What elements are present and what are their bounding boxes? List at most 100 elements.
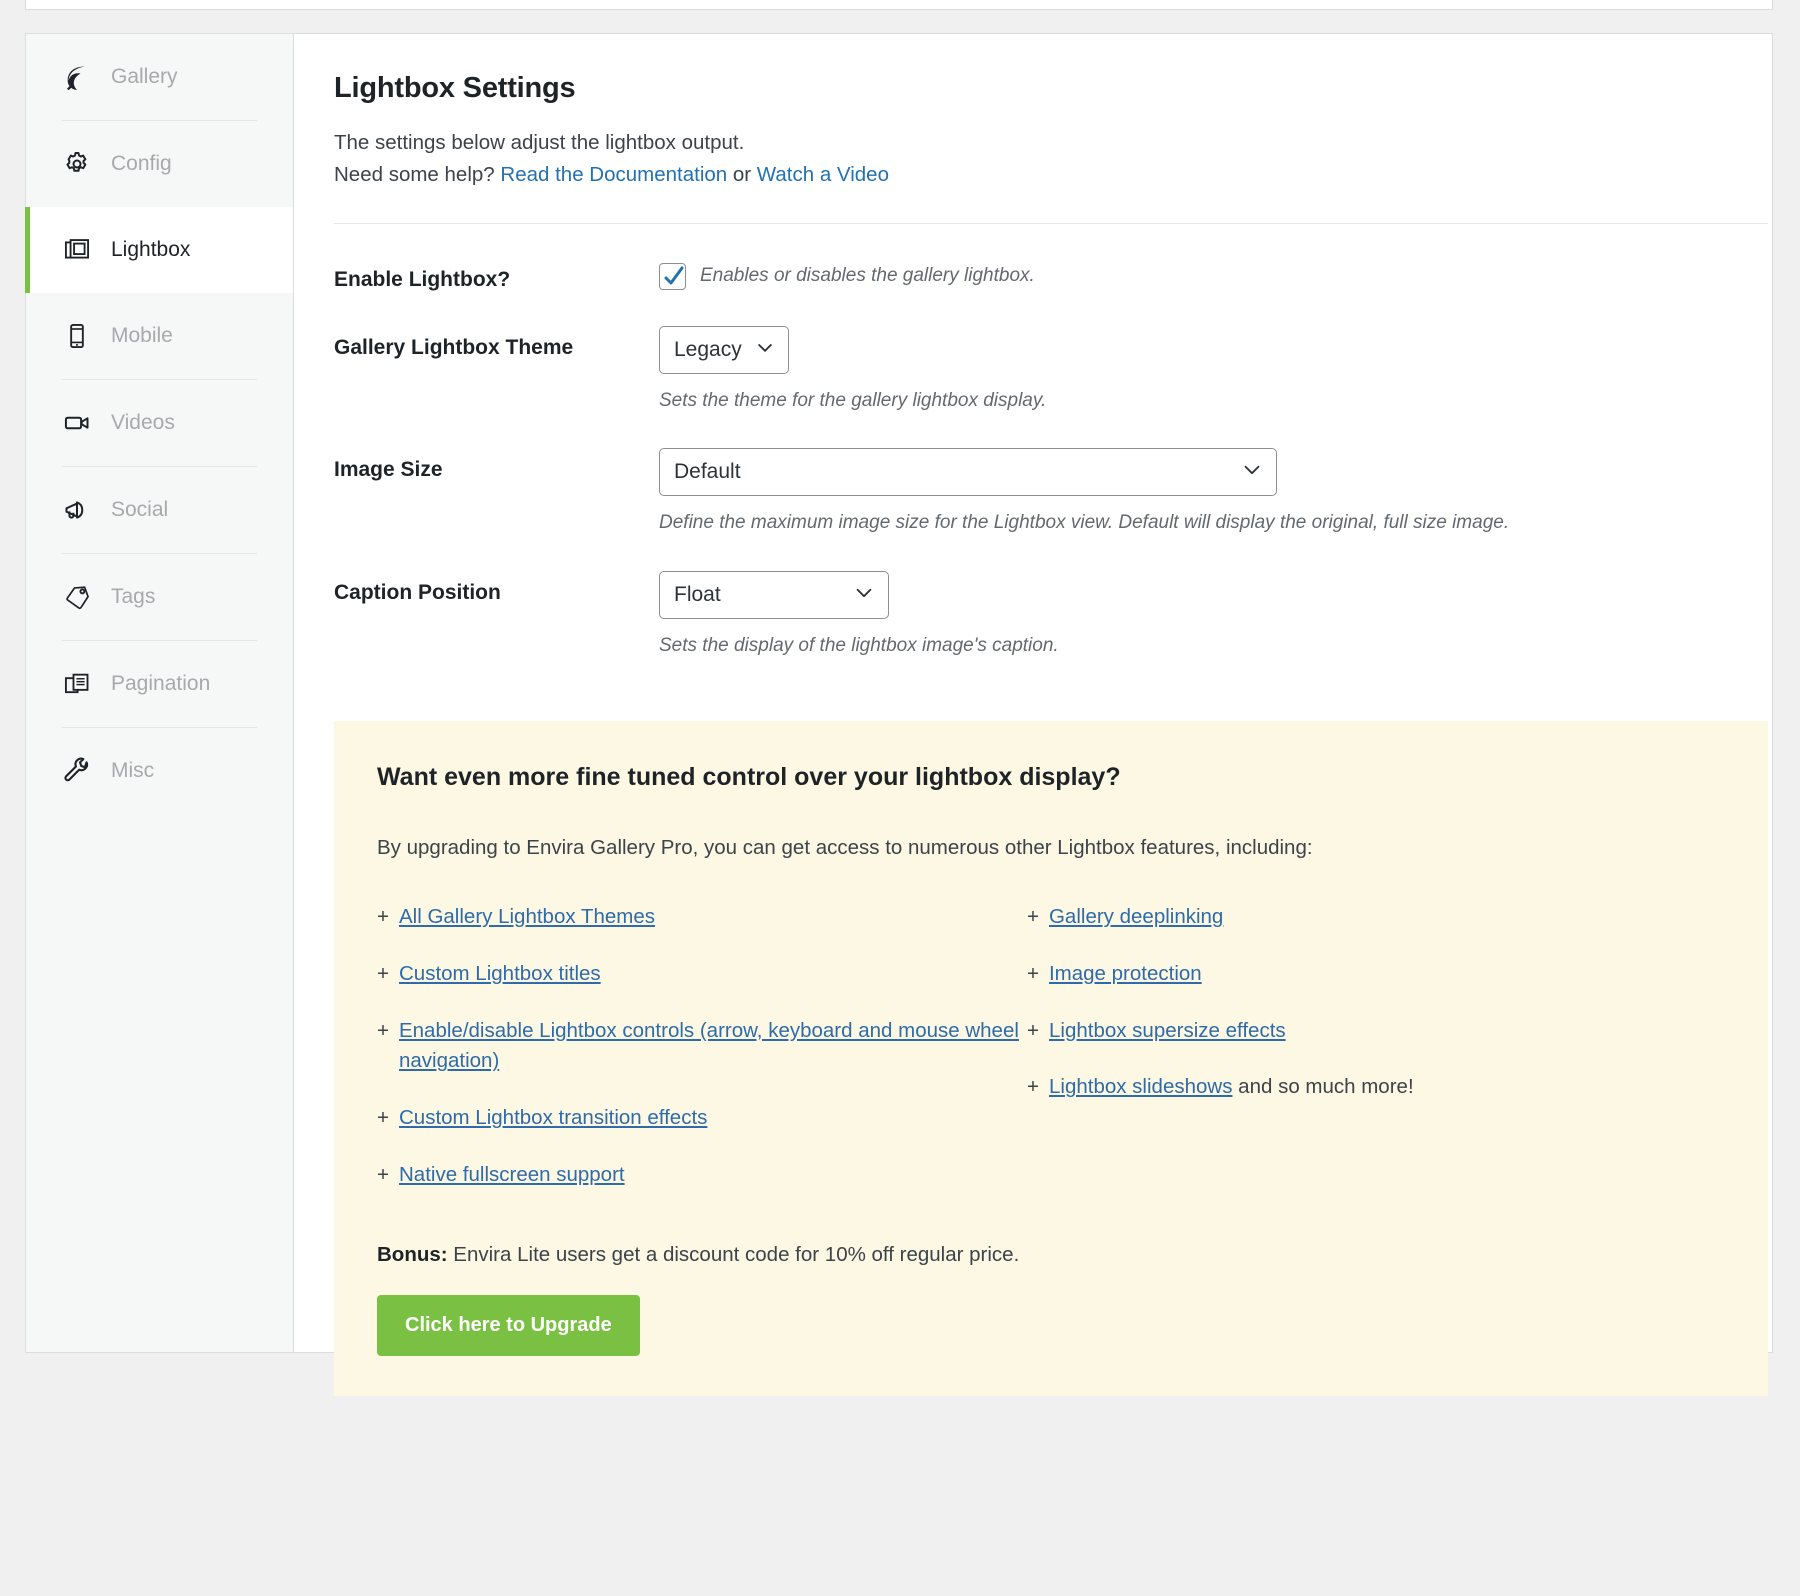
gallery-lightbox-theme-description: Sets the theme for the gallery lightbox …	[659, 387, 1768, 415]
documentation-link[interactable]: Read the Documentation	[500, 163, 727, 186]
promo-bonus-label: Bonus:	[377, 1243, 448, 1266]
list-item: + Custom Lightbox titles	[377, 959, 1027, 990]
plus-icon: +	[377, 959, 389, 990]
list-item: + Native fullscreen support	[377, 1160, 1027, 1191]
sidebar-item-label: Videos	[111, 411, 175, 435]
sidebar-item-social[interactable]: Social	[26, 467, 293, 553]
sidebar-item-mobile[interactable]: Mobile	[26, 293, 293, 379]
field-image-size: Image Size Default Define the maximum im…	[334, 414, 1768, 537]
megaphone-icon	[62, 495, 92, 525]
pagination-icon	[62, 669, 92, 699]
gear-icon	[62, 149, 92, 179]
help-prefix: Need some help?	[334, 163, 500, 186]
settings-main: Lightbox Settings The settings below adj…	[294, 34, 1800, 1352]
sidebar-item-pagination[interactable]: Pagination	[26, 641, 293, 727]
plus-icon: +	[1027, 1016, 1039, 1047]
video-camera-icon	[62, 408, 92, 438]
plus-icon: +	[1027, 1072, 1039, 1103]
field-enable-lightbox: Enable Lightbox? Enables or disables the…	[334, 224, 1768, 292]
sidebar-item-label: Misc	[111, 759, 154, 783]
sidebar-item-config[interactable]: Config	[26, 121, 293, 207]
promo-feature-link[interactable]: Gallery deeplinking	[1049, 902, 1223, 933]
promo-heading: Want even more fine tuned control over y…	[377, 763, 1725, 792]
promo-right-column: + Gallery deeplinking + Image protection…	[1027, 902, 1587, 1217]
promo-left-column: + All Gallery Lightbox Themes + Custom L…	[377, 902, 1027, 1217]
list-item: + Enable/disable Lightbox controls (arro…	[377, 1016, 1027, 1078]
promo-feature-link[interactable]: Lightbox slideshows	[1049, 1075, 1232, 1098]
image-size-select[interactable]: Default	[659, 448, 1277, 496]
watch-video-link[interactable]: Watch a Video	[757, 163, 889, 186]
field-control: Float Sets the display of the lightbox i…	[659, 571, 1768, 660]
page-title: Lightbox Settings	[334, 72, 1768, 105]
mobile-icon	[62, 321, 92, 351]
promo-feature-link[interactable]: Custom Lightbox transition effects	[399, 1103, 707, 1134]
wrench-icon	[62, 756, 92, 786]
plus-icon: +	[377, 1103, 389, 1134]
intro-line-1: The settings below adjust the lightbox o…	[334, 131, 744, 154]
sidebar-item-videos[interactable]: Videos	[26, 380, 293, 466]
caption-position-select[interactable]: Float	[659, 571, 889, 619]
list-item: + Custom Lightbox transition effects	[377, 1103, 1027, 1134]
list-item: + Lightbox slideshows and so much more!	[1027, 1072, 1587, 1103]
field-label: Caption Position	[334, 571, 659, 605]
gallery-lightbox-theme-select-wrap: Legacy	[659, 326, 789, 374]
sidebar-item-lightbox[interactable]: Lightbox	[26, 207, 293, 293]
promo-feature-link[interactable]: Enable/disable Lightbox controls (arrow,…	[399, 1016, 1027, 1078]
promo-feature-link[interactable]: Lightbox supersize effects	[1049, 1016, 1286, 1047]
plus-icon: +	[377, 1016, 389, 1078]
promo-feature-link[interactable]: Native fullscreen support	[399, 1160, 625, 1191]
promo-bonus-text: Envira Lite users get a discount code fo…	[448, 1243, 1020, 1266]
caption-position-description: Sets the display of the lightbox image's…	[659, 632, 1768, 660]
field-control: Default Define the maximum image size fo…	[659, 448, 1768, 537]
settings-sidebar: Gallery Config Lightbox	[26, 34, 294, 1352]
promo-feature-columns: + All Gallery Lightbox Themes + Custom L…	[377, 902, 1725, 1217]
upgrade-button[interactable]: Click here to Upgrade	[377, 1295, 640, 1356]
settings-panel: Gallery Config Lightbox	[25, 33, 1773, 1353]
sidebar-item-tags[interactable]: Tags	[26, 554, 293, 640]
field-gallery-lightbox-theme: Gallery Lightbox Theme Legacy Sets the t…	[334, 292, 1768, 415]
enable-lightbox-checkbox[interactable]	[659, 263, 686, 290]
plus-icon: +	[377, 902, 389, 933]
field-caption-position: Caption Position Float Sets the display …	[334, 537, 1768, 660]
image-size-select-wrap: Default	[659, 448, 1277, 496]
sidebar-item-label: Gallery	[111, 65, 178, 89]
plus-icon: +	[377, 1160, 389, 1191]
list-item: + All Gallery Lightbox Themes	[377, 902, 1027, 933]
promo-lead: By upgrading to Envira Gallery Pro, you …	[377, 836, 1725, 860]
field-label: Image Size	[334, 448, 659, 482]
list-item: + Gallery deeplinking	[1027, 902, 1587, 933]
lightbox-icon	[62, 235, 92, 265]
list-item: + Lightbox supersize effects	[1027, 1016, 1587, 1047]
sidebar-item-label: Config	[111, 152, 172, 176]
sidebar-item-misc[interactable]: Misc	[26, 728, 293, 814]
caption-position-select-wrap: Float	[659, 571, 889, 619]
top-panel-edge	[25, 0, 1773, 10]
page-intro: The settings below adjust the lightbox o…	[334, 127, 1768, 191]
or-text: or	[727, 163, 757, 186]
gallery-lightbox-theme-select[interactable]: Legacy	[659, 326, 789, 374]
upgrade-promo-box: Want even more fine tuned control over y…	[334, 721, 1768, 1396]
sidebar-item-label: Tags	[111, 585, 155, 609]
plus-icon: +	[1027, 902, 1039, 933]
sidebar-item-label: Social	[111, 498, 168, 522]
field-label: Gallery Lightbox Theme	[334, 326, 659, 360]
sidebar-item-gallery[interactable]: Gallery	[26, 34, 293, 120]
promo-feature-link[interactable]: All Gallery Lightbox Themes	[399, 902, 655, 933]
sidebar-item-label: Pagination	[111, 672, 210, 696]
plus-icon: +	[1027, 959, 1039, 990]
image-size-description: Define the maximum image size for the Li…	[659, 509, 1768, 537]
tag-icon	[62, 582, 92, 612]
field-control: Legacy Sets the theme for the gallery li…	[659, 326, 1768, 415]
list-item: + Image protection	[1027, 959, 1587, 990]
sidebar-item-label: Lightbox	[111, 238, 190, 262]
promo-feature-tail: and so much more!	[1232, 1075, 1413, 1098]
promo-bonus: Bonus: Envira Lite users get a discount …	[377, 1243, 1725, 1267]
enable-lightbox-description: Enables or disables the gallery lightbox…	[700, 265, 1035, 287]
field-control: Enables or disables the gallery lightbox…	[659, 258, 1768, 290]
sidebar-item-label: Mobile	[111, 324, 173, 348]
promo-feature-link[interactable]: Custom Lightbox titles	[399, 959, 601, 990]
leaf-icon	[62, 62, 92, 92]
promo-feature-link[interactable]: Image protection	[1049, 959, 1202, 990]
app-root: Gallery Config Lightbox	[0, 0, 1800, 1596]
field-label: Enable Lightbox?	[334, 258, 659, 292]
